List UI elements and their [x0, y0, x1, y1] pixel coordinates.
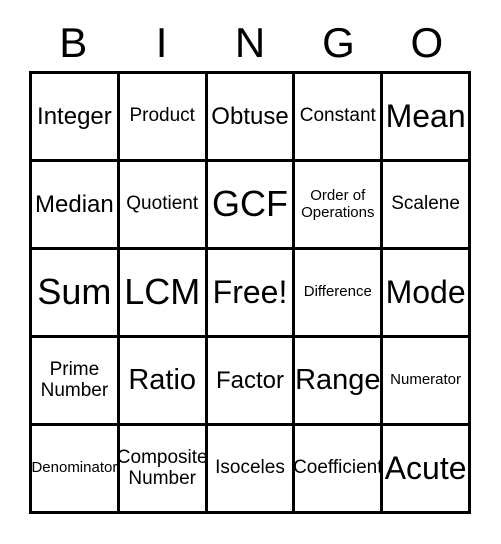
bingo-cell-label: LCM: [124, 271, 201, 313]
bingo-cell-r5c3[interactable]: Isoceles: [207, 426, 296, 514]
bingo-header-letters: BINGO: [29, 18, 471, 68]
bingo-cell-r4c2[interactable]: Ratio: [119, 338, 208, 426]
bingo-cell-r1c5[interactable]: Mean: [383, 74, 471, 162]
bingo-cell-label: Mean: [385, 98, 466, 135]
bingo-cell-r4c5[interactable]: Numerator: [383, 338, 471, 426]
bingo-cell-label: Composite Number: [119, 446, 208, 489]
bingo-cell-label: Median: [35, 190, 114, 218]
bingo-cell-r4c1[interactable]: Prime Number: [32, 338, 120, 426]
bingo-cell-label: Difference: [303, 283, 372, 301]
bingo-cell-r4c3[interactable]: Factor: [207, 338, 296, 426]
bingo-cell-r5c1[interactable]: Denominator: [32, 426, 120, 514]
bingo-cell-label: Product: [129, 105, 195, 127]
bingo-cell-r2c3[interactable]: GCF: [207, 162, 296, 250]
bingo-cell-label: Free!: [212, 274, 288, 311]
bingo-cell-label: Factor: [215, 366, 284, 394]
bingo-cell-r1c2[interactable]: Product: [119, 74, 208, 162]
bingo-cell-label: Mode: [385, 274, 466, 311]
bingo-cell-r3c2[interactable]: LCM: [119, 250, 208, 338]
bingo-cell-label: Constant: [299, 105, 376, 127]
bingo-cell-r1c4[interactable]: Constant: [295, 74, 384, 162]
bingo-cell-r3c3[interactable]: Free!: [207, 250, 296, 338]
bingo-header-letter-n: N: [234, 19, 266, 66]
bingo-cell-r4c4[interactable]: Range: [295, 338, 384, 426]
bingo-grid: Integer Product Obtuse Constant Mean Median Qu…: [29, 71, 471, 514]
bingo-cell-label: Coefficient: [295, 457, 383, 479]
bingo-cell-r3c1[interactable]: Sum: [32, 250, 120, 338]
bingo-card: B I N G O Integer Product Obtuse Constant Mean Me…: [0, 0, 501, 544]
bingo-cell-r1c3[interactable]: Obtuse: [207, 74, 296, 162]
bingo-header-letter-i: I: [155, 19, 168, 66]
bingo-cell-r3c5[interactable]: Mode: [383, 250, 471, 338]
bingo-cell-label: Acute: [384, 450, 467, 487]
bingo-header-letter-o: O: [410, 19, 444, 66]
bingo-cell-r2c2[interactable]: Quotient: [119, 162, 208, 250]
bingo-cell-label: Numerator: [390, 371, 462, 389]
bingo-cell-label: Obtuse: [211, 102, 289, 130]
bingo-cell-r3c4[interactable]: Difference: [295, 250, 384, 338]
bingo-cell-r5c2[interactable]: Composite Number: [119, 426, 208, 514]
bingo-cell-label: Scalene: [391, 193, 460, 215]
bingo-header-letter-b: B: [59, 19, 88, 66]
bingo-cell-r2c5[interactable]: Scalene: [383, 162, 471, 250]
bingo-cell-label: Sum: [37, 271, 112, 313]
bingo-cell-label: Prime Number: [40, 358, 109, 401]
bingo-cell-r5c5[interactable]: Acute: [383, 426, 471, 514]
bingo-cell-label: Quotient: [126, 193, 199, 215]
bingo-cell-label: Denominator: [32, 459, 118, 477]
bingo-cell-label: Ratio: [128, 363, 197, 396]
bingo-cell-label: Integer: [37, 102, 112, 130]
bingo-cell-label: Order of Operations: [301, 187, 375, 221]
bingo-cell-label: Range: [295, 363, 381, 396]
bingo-cell-label: GCF: [211, 183, 288, 225]
bingo-cell-r2c4[interactable]: Order of Operations: [295, 162, 384, 250]
bingo-cell-r1c1[interactable]: Integer: [32, 74, 120, 162]
bingo-cell-label: Isoceles: [215, 457, 285, 479]
bingo-cell-r2c1[interactable]: Median: [32, 162, 120, 250]
bingo-header-letter-g: G: [322, 19, 355, 66]
bingo-cell-r5c4[interactable]: Coefficient: [295, 426, 384, 514]
